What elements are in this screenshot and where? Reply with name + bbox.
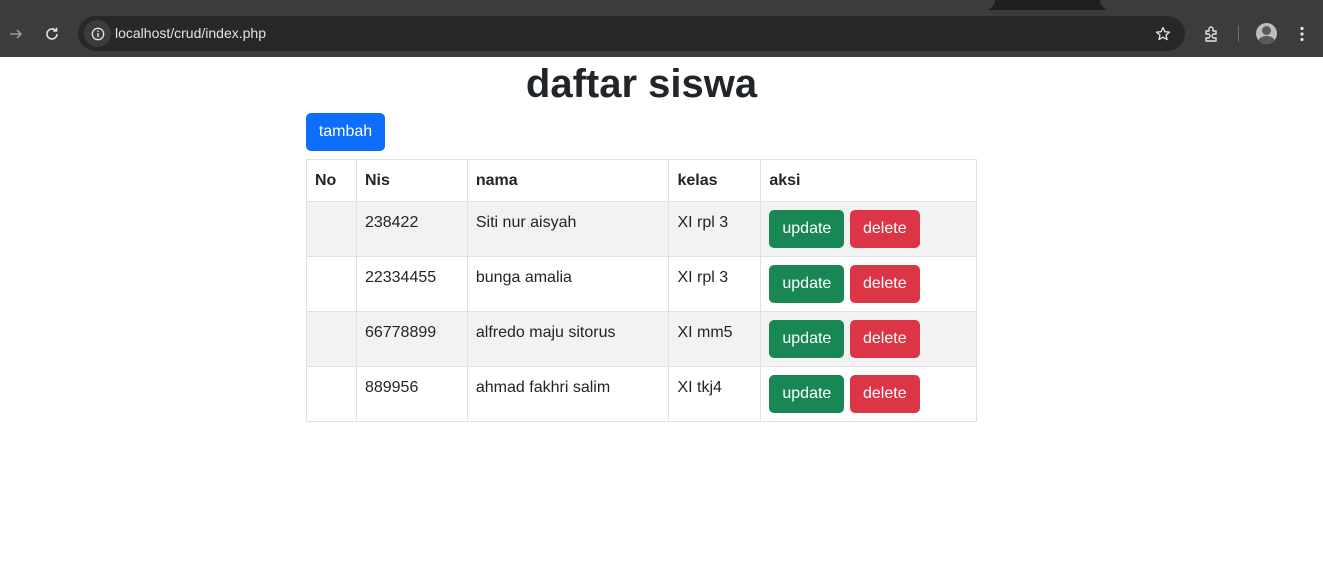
table-row: 238422 Siti nur aisyah XI rpl 3 update d…	[306, 201, 977, 257]
cell-kelas: XI tkj4	[668, 366, 762, 422]
cell-no	[306, 311, 357, 367]
cell-nama: ahmad fakhri salim	[466, 366, 670, 422]
tab-strip	[0, 0, 1323, 10]
cell-kelas: XI mm5	[668, 311, 762, 367]
tab-strip-left	[0, 0, 995, 10]
student-table: No Nis nama kelas aksi 238422 Siti nur a…	[306, 159, 977, 422]
cell-nis: 238422	[355, 201, 468, 257]
header-kelas: kelas	[668, 159, 762, 202]
browser-toolbar: localhost/crud/index.php	[0, 10, 1323, 57]
cell-no	[306, 366, 357, 422]
header-aksi: aksi	[760, 159, 977, 202]
table-row: 22334455 bunga amalia XI rpl 3 update de…	[306, 256, 977, 312]
header-no: No	[306, 159, 357, 202]
cell-no	[306, 256, 357, 312]
header-nis: Nis	[355, 159, 468, 202]
cell-kelas: XI rpl 3	[668, 256, 762, 312]
cell-nama: Siti nur aisyah	[466, 201, 670, 257]
update-button[interactable]: update	[769, 210, 845, 248]
cell-nis: 22334455	[355, 256, 468, 312]
profile-avatar[interactable]	[1256, 23, 1277, 44]
cell-no	[306, 201, 357, 257]
cell-nis: 889956	[355, 366, 468, 422]
site-info-icon[interactable]	[84, 20, 111, 47]
reload-icon[interactable]	[38, 10, 66, 57]
delete-button[interactable]: delete	[849, 375, 920, 413]
cell-actions: update delete	[760, 201, 977, 257]
update-button[interactable]: update	[769, 320, 845, 358]
update-button[interactable]: update	[769, 375, 845, 413]
cell-nama: bunga amalia	[466, 256, 670, 312]
update-button[interactable]: update	[769, 265, 845, 303]
menu-icon[interactable]	[1288, 10, 1316, 57]
tab-strip-right	[1100, 0, 1323, 10]
address-bar[interactable]: localhost/crud/index.php	[78, 16, 1185, 51]
cell-actions: update delete	[760, 256, 977, 312]
cell-nama: alfredo maju sitorus	[466, 311, 670, 367]
delete-button[interactable]: delete	[849, 210, 920, 248]
table-row: 66778899 alfredo maju sitorus XI mm5 upd…	[306, 311, 977, 367]
page-title: daftar siswa	[525, 62, 758, 106]
toolbar-separator	[1238, 25, 1239, 42]
cell-nis: 66778899	[355, 311, 468, 367]
bookmark-star-icon[interactable]	[1155, 16, 1171, 51]
delete-button[interactable]: delete	[849, 265, 920, 303]
delete-button[interactable]: delete	[849, 320, 920, 358]
cell-actions: update delete	[760, 311, 977, 367]
cell-kelas: XI rpl 3	[668, 201, 762, 257]
table-row: 889956 ahmad fakhri salim XI tkj4 update…	[306, 366, 977, 422]
forward-icon[interactable]	[2, 10, 30, 57]
header-nama: nama	[466, 159, 670, 202]
extensions-icon[interactable]	[1198, 10, 1226, 57]
cell-actions: update delete	[760, 366, 977, 422]
add-button[interactable]: tambah	[306, 113, 385, 151]
table-header-row: No Nis nama kelas aksi	[306, 159, 977, 202]
url-text[interactable]: localhost/crud/index.php	[115, 16, 266, 51]
